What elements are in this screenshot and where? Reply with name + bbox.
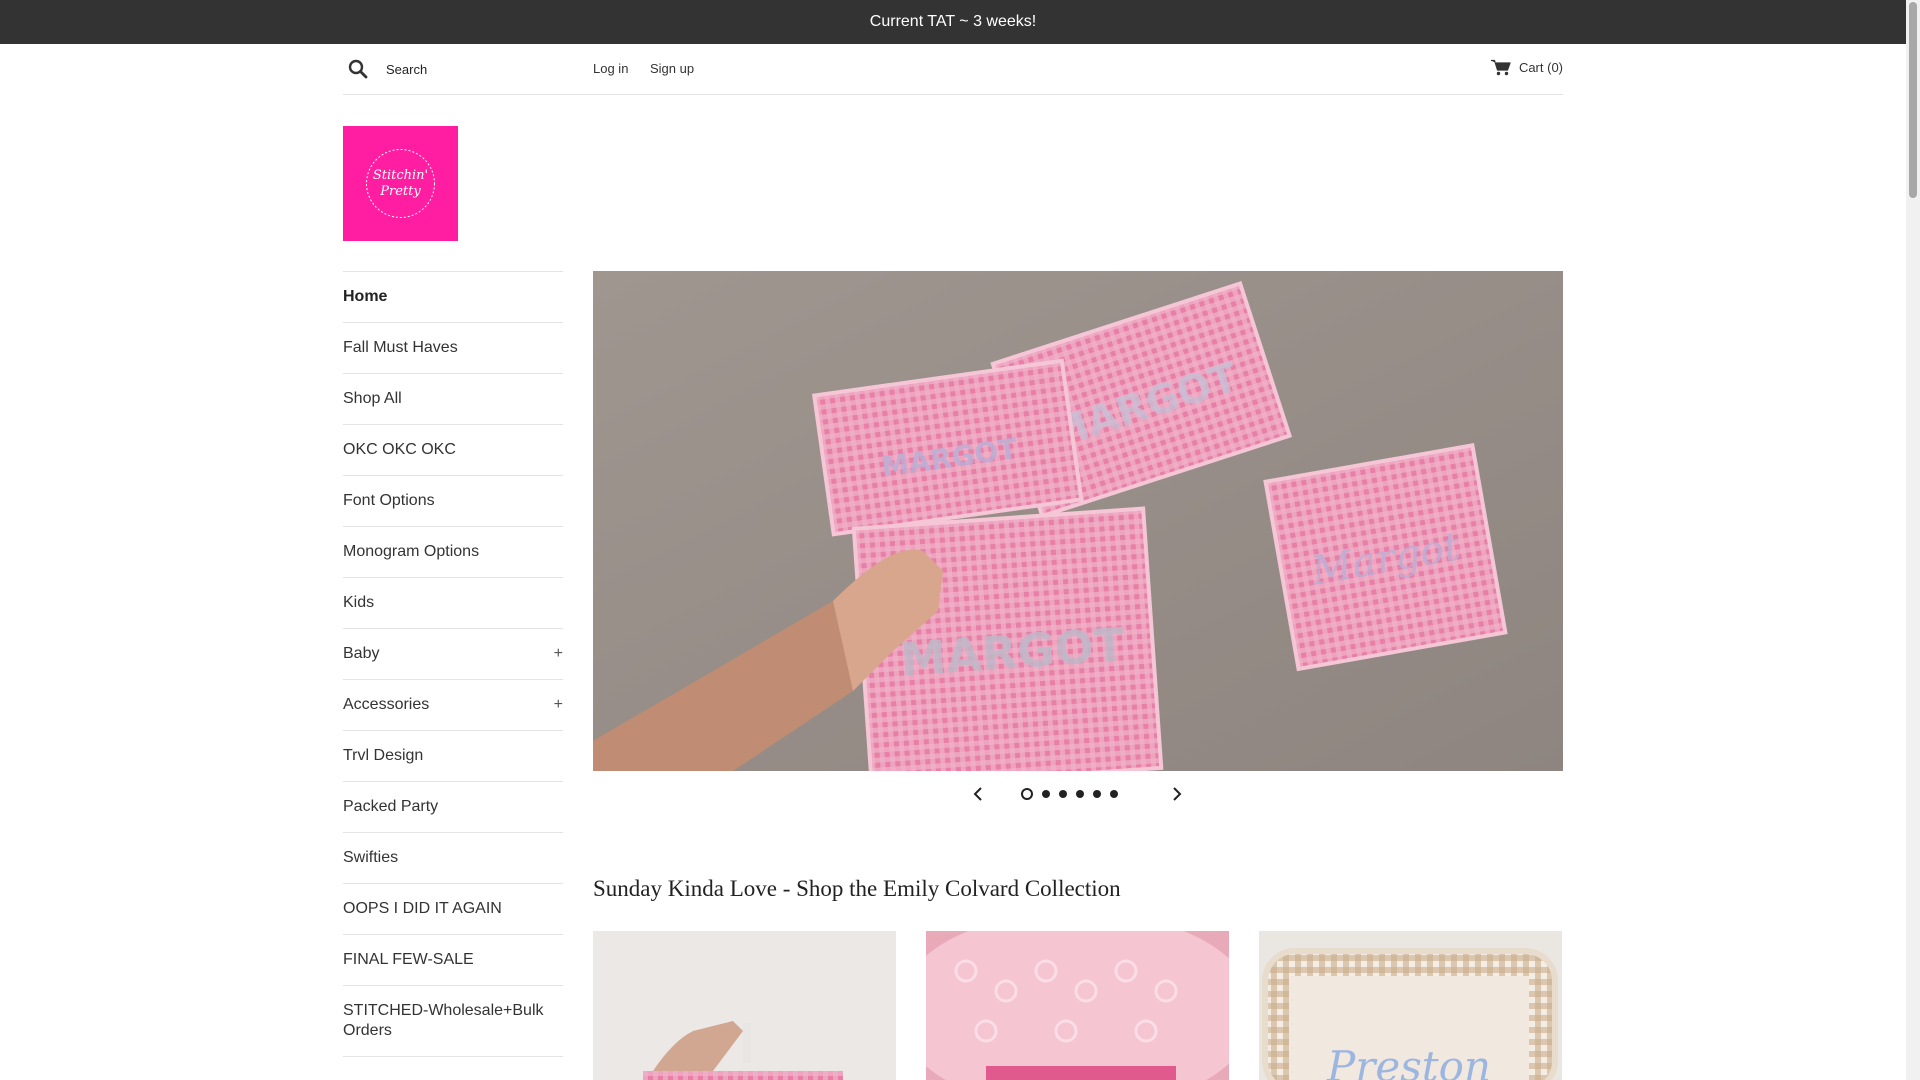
nav-item-trvl-design[interactable]: Trvl Design	[343, 730, 563, 781]
cart-icon	[1490, 59, 1511, 76]
product-card[interactable]	[926, 931, 1229, 1080]
nav-label: Swifties	[343, 849, 399, 866]
nav-item-okc[interactable]: OKC OKC OKC	[343, 424, 563, 475]
signup-link[interactable]: Sign up	[650, 61, 694, 76]
nav-item-swifties[interactable]: Swifties	[343, 832, 563, 883]
nav-item-fall-must-haves[interactable]: Fall Must Haves	[343, 322, 563, 373]
slide-dot[interactable]	[1021, 788, 1033, 800]
nav-item-final-few-sale[interactable]: FINAL FEW-SALE	[343, 934, 563, 985]
slide-dot[interactable]	[1076, 790, 1084, 798]
svg-text:Pretty: Pretty	[379, 184, 421, 199]
slide-dots	[1021, 788, 1118, 800]
announcement-bar: Current TAT ~ 3 weeks!	[0, 0, 1906, 44]
nav-item-home[interactable]: Home	[343, 271, 563, 322]
nav-label: Accessories	[343, 696, 430, 713]
nav-label: Trvl Design	[343, 747, 424, 764]
nav-item-accessories[interactable]: Accessories +	[343, 679, 563, 730]
tan-gingham-pouch-image: Preston	[1259, 931, 1562, 1080]
nav-item-baby[interactable]: Baby +	[343, 628, 563, 679]
svg-text:Stitchin': Stitchin'	[373, 168, 428, 183]
nav-label: FINAL FEW-SALE	[343, 951, 474, 968]
header: Log in Sign up Cart (0)	[343, 44, 1563, 95]
product-card[interactable]: Preston	[1259, 931, 1562, 1080]
nav-label: Packed Party	[343, 798, 439, 815]
slide-dot[interactable]	[1110, 790, 1118, 798]
slide-dot[interactable]	[1042, 790, 1050, 798]
chevron-right-icon[interactable]	[1166, 784, 1186, 804]
product-card[interactable]	[593, 931, 896, 1080]
expand-icon[interactable]: +	[554, 695, 563, 715]
nav-item-packed-party[interactable]: Packed Party	[343, 781, 563, 832]
nav-label: Fall Must Haves	[343, 339, 458, 356]
slide-dot[interactable]	[1059, 790, 1067, 798]
nav-item-oops[interactable]: OOPS I DID IT AGAIN	[343, 883, 563, 934]
nav-label: STITCHED-Wholesale+Bulk Orders	[343, 1002, 544, 1039]
nav-item-shop-all[interactable]: Shop All	[343, 373, 563, 424]
chevron-left-icon[interactable]	[969, 784, 989, 804]
nav-label: OKC OKC OKC	[343, 441, 456, 458]
sidebar-nav: Home Fall Must Haves Shop All OKC OKC OK…	[343, 271, 563, 1057]
store-logo[interactable]: Stitchin' Pretty	[343, 126, 458, 241]
section-title: Sunday Kinda Love - Shop the Emily Colva…	[593, 876, 1121, 901]
nav-label: Home	[343, 288, 388, 305]
slide-dot[interactable]	[1093, 790, 1101, 798]
pink-gingham-pouch-image	[593, 931, 896, 1080]
nav-item-font-options[interactable]: Font Options	[343, 475, 563, 526]
nav-item-kids[interactable]: Kids	[343, 577, 563, 628]
scrollbar[interactable]	[1906, 0, 1920, 1080]
cart-label: Cart (0)	[1518, 60, 1563, 75]
expand-icon[interactable]: +	[554, 644, 563, 664]
embroidered-name: Preston	[1326, 1042, 1491, 1080]
hero-slideshow[interactable]: MARGOT Margot MARGOT MARGOT	[593, 271, 1563, 771]
pink-pattern-pouch-image	[926, 931, 1229, 1080]
scrollbar-thumb[interactable]	[1909, 2, 1917, 198]
nav-label: Kids	[343, 594, 375, 611]
slideshow-controls	[593, 784, 1563, 804]
nav-label: Baby	[343, 645, 380, 662]
search-input[interactable]	[386, 57, 576, 81]
nav-label: Font Options	[343, 492, 435, 509]
nav-label: Monogram Options	[343, 543, 480, 560]
nav-label: OOPS I DID IT AGAIN	[343, 900, 502, 917]
nav-item-monogram-options[interactable]: Monogram Options	[343, 526, 563, 577]
login-link[interactable]: Log in	[593, 61, 628, 76]
nav-label: Shop All	[343, 390, 402, 407]
nav-item-wholesale[interactable]: STITCHED-Wholesale+Bulk Orders	[343, 985, 563, 1057]
hero-slide-image: MARGOT Margot MARGOT MARGOT	[593, 271, 1563, 771]
announcement-text: Current TAT ~ 3 weeks!	[869, 13, 1037, 30]
search-icon[interactable]	[348, 59, 368, 79]
cart-link[interactable]: Cart (0)	[1490, 59, 1563, 76]
